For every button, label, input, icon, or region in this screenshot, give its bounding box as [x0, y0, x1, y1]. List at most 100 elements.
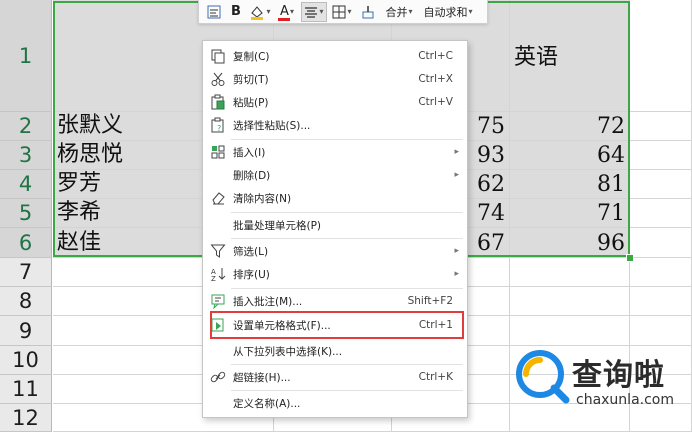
context-menu: 复制(C) Ctrl+C 剪切(T) Ctrl+X 粘贴(P) Ctrl+V ?… [202, 40, 468, 418]
chevron-down-icon: ▾ [468, 7, 473, 16]
menu-item-sort[interactable]: AZ 排序(U) ▸ [203, 263, 467, 285]
cell-e[interactable]: 72 [510, 112, 630, 141]
menu-item-label: 插入(I) [233, 146, 266, 159]
search-logo-icon [516, 350, 570, 404]
menu-item-shortcut: Ctrl+V [418, 96, 453, 108]
cell-f[interactable] [630, 112, 692, 141]
merge-button[interactable]: 合并 ▾ [381, 2, 417, 22]
row-header-1[interactable]: 1 [0, 0, 52, 112]
row-header-9[interactable]: 9 [0, 316, 52, 346]
cell-e[interactable]: 71 [510, 199, 630, 228]
row-header-4[interactable]: 4 [0, 170, 52, 199]
menu-separator [231, 390, 463, 391]
chevron-right-icon: ▸ [454, 147, 459, 157]
empty-cell[interactable] [510, 258, 630, 287]
svg-text:Z: Z [211, 275, 216, 282]
menu-item-define-name[interactable]: 定义名称(A)... [203, 392, 467, 414]
format-painter-button[interactable] [357, 2, 379, 22]
cell-f[interactable] [630, 199, 692, 228]
paste-special-icon: ? [211, 117, 224, 133]
fill-color-button[interactable]: ▾ [247, 2, 273, 22]
autosum-label: 自动求和 [423, 5, 468, 19]
align-center-button[interactable]: ▾ [301, 1, 327, 22]
menu-item-delete[interactable]: 删除(D) ▸ [203, 164, 467, 186]
merge-label: 合并 [385, 5, 408, 19]
menu-item-label: 复制(C) [233, 50, 270, 63]
svg-text:?: ? [217, 124, 221, 133]
borders-icon [332, 5, 346, 18]
menu-item-paste-special[interactable]: ? 选择性粘贴(S)... [203, 114, 467, 136]
align-center-icon [305, 6, 318, 18]
comment-icon [211, 294, 225, 309]
cell-f[interactable] [630, 170, 692, 199]
menu-item-shortcut: Ctrl+1 [418, 319, 453, 331]
menu-item-filter[interactable]: 筛选(L) ▸ [203, 240, 467, 262]
menu-item-clear-contents[interactable]: 清除内容(N) [203, 187, 467, 209]
wrap-text-icon [207, 5, 221, 18]
empty-cell[interactable] [510, 287, 630, 316]
menu-item-hyperlink[interactable]: 超链接(H)... Ctrl+K [203, 366, 467, 388]
borders-button[interactable]: ▾ [329, 2, 355, 22]
cell-e[interactable]: 64 [510, 141, 630, 170]
chevron-right-icon: ▸ [454, 246, 459, 256]
chevron-right-icon: ▸ [454, 269, 459, 279]
fill-bucket-icon [251, 5, 264, 20]
chevron-down-icon: ▾ [289, 7, 294, 16]
autosum-button[interactable]: 自动求和 ▾ [419, 2, 477, 22]
row-header-12[interactable]: 12 [0, 404, 52, 432]
watermark-url: chaxunla.com [576, 392, 674, 408]
row-header-6[interactable]: 6 [0, 228, 52, 258]
row-header-3[interactable]: 3 [0, 141, 52, 170]
row-header-7[interactable]: 7 [0, 258, 52, 287]
insert-icon [211, 145, 225, 159]
cell-f[interactable] [630, 228, 692, 258]
menu-item-label: 插入批注(M)... [233, 295, 303, 308]
empty-cell[interactable] [630, 258, 692, 287]
menu-item-insert-comment[interactable]: 插入批注(M)... Shift+F2 [203, 290, 467, 312]
menu-item-format-cells[interactable]: 设置单元格格式(F)... Ctrl+1 [203, 314, 467, 336]
menu-item-insert[interactable]: 插入(I) ▸ [203, 141, 467, 163]
row-header-10[interactable]: 10 [0, 346, 52, 375]
menu-item-label: 排序(U) [233, 268, 270, 281]
row-header-2[interactable]: 2 [0, 112, 52, 141]
cell-f[interactable] [630, 141, 692, 170]
link-icon [210, 371, 226, 383]
cell-f1[interactable] [630, 0, 692, 112]
menu-item-shortcut: Ctrl+C [418, 50, 453, 62]
menu-separator [231, 238, 463, 239]
menu-item-label: 批量处理单元格(P) [233, 219, 322, 232]
fill-handle[interactable] [626, 254, 634, 262]
cut-icon [211, 72, 225, 86]
menu-item-pick-from-list[interactable]: 从下拉列表中选择(K)... [203, 340, 467, 362]
wrap-text-button[interactable] [203, 2, 225, 22]
chevron-down-icon: ▾ [266, 7, 271, 16]
chevron-right-icon: ▸ [454, 170, 459, 180]
menu-item-cut[interactable]: 剪切(T) Ctrl+X [203, 68, 467, 90]
row-header-5[interactable]: 5 [0, 199, 52, 228]
menu-item-label: 筛选(L) [233, 245, 269, 258]
chevron-down-icon: ▾ [408, 7, 413, 16]
watermark: 查询啦 chaxunla.com [514, 346, 692, 416]
menu-item-label: 选择性粘贴(S)... [233, 119, 311, 132]
empty-cell[interactable] [510, 316, 630, 346]
menu-item-paste[interactable]: 粘贴(P) Ctrl+V [203, 91, 467, 113]
row-header-11[interactable]: 11 [0, 375, 52, 404]
cell-e1[interactable]: 英语 [510, 0, 630, 112]
menu-item-batch-process[interactable]: 批量处理单元格(P) [203, 214, 467, 236]
mini-toolbar: B ▾ A ▾ ▾ ▾ 合并 ▾ 自动求和 ▾ [198, 0, 488, 24]
menu-item-copy[interactable]: 复制(C) Ctrl+C [203, 45, 467, 67]
cell-e[interactable]: 96 [510, 228, 630, 258]
font-color-button[interactable]: A ▾ [275, 2, 299, 22]
empty-cell[interactable] [630, 287, 692, 316]
menu-item-label: 从下拉列表中选择(K)... [233, 345, 343, 358]
menu-item-label: 删除(D) [233, 169, 271, 182]
menu-item-label: 清除内容(N) [233, 192, 292, 205]
menu-item-label: 设置单元格格式(F)... [233, 319, 331, 332]
menu-item-label: 超链接(H)... [233, 371, 291, 384]
menu-item-label: 剪切(T) [233, 73, 269, 86]
empty-cell[interactable] [630, 316, 692, 346]
format-painter-icon [362, 5, 374, 18]
bold-button[interactable]: B [227, 2, 245, 22]
row-header-8[interactable]: 8 [0, 287, 52, 316]
cell-e[interactable]: 81 [510, 170, 630, 199]
